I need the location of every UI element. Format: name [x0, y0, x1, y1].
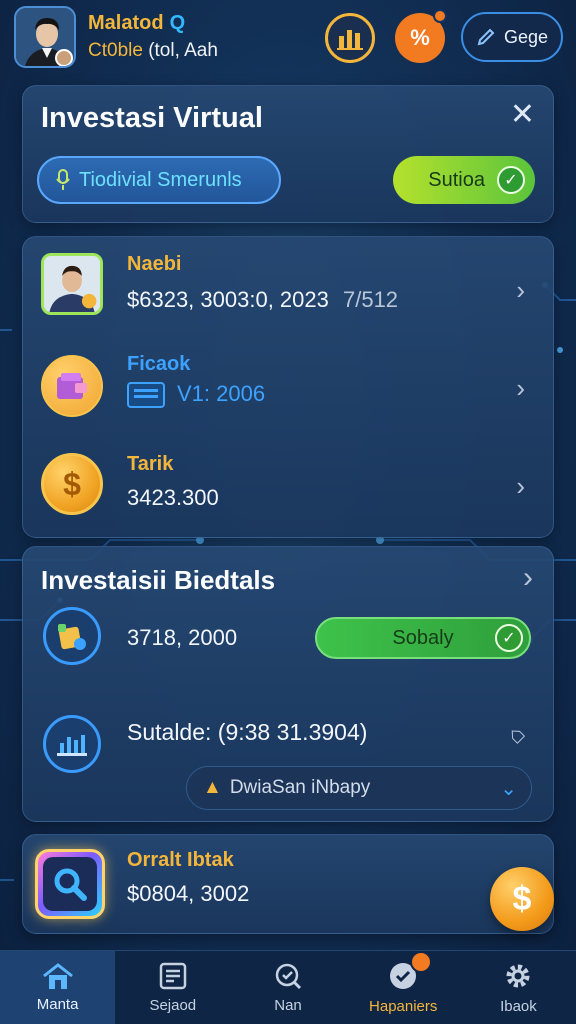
option-dropdown[interactable]: ▲ DwiaSan iNbapy ⌄ — [186, 766, 532, 810]
user-name: Malatod Q — [88, 12, 185, 35]
wallet-badge — [41, 355, 103, 417]
search-icon — [54, 868, 87, 901]
card-title: Investasi Virtual — [41, 102, 263, 134]
check-icon: ✓ — [495, 624, 523, 652]
nav-label: Manta — [36, 996, 79, 1013]
search-icon-frame — [43, 857, 97, 911]
profile-photo — [41, 253, 103, 315]
microphone-icon — [56, 169, 70, 190]
document-icon — [127, 382, 165, 409]
nav-item-settings[interactable]: Ibaok — [461, 951, 576, 1024]
app-header: Malatod Q Ct0ble (tol, Aah % Gege — [0, 0, 576, 78]
orralt-card: Orralt Ibtak $0804, 3002 — [22, 834, 554, 934]
virtual-investment-card: Investasi Virtual ✕ Tiodivial Smerunls S… — [22, 85, 554, 223]
status-pill[interactable]: Sobaly ✓ — [315, 617, 531, 659]
bottom-navigation: Manta Sejaod Nan Hapaniers Ibaok — [0, 950, 576, 1024]
list-icon — [159, 962, 187, 990]
tag-icon[interactable]: ⌂ — [501, 720, 531, 750]
close-icon[interactable]: ✕ — [510, 100, 535, 130]
search-button[interactable] — [35, 849, 105, 919]
portfolio-badge — [43, 607, 101, 665]
investment-amount: 3718, 2000 — [127, 625, 238, 650]
row-title: Tarik — [127, 453, 174, 475]
notification-badge — [409, 951, 432, 973]
discount-button[interactable]: % — [395, 9, 447, 63]
gear-icon — [506, 964, 530, 988]
edit-label: Gege — [503, 26, 549, 47]
user-sub-suffix: (tol, Aah — [148, 40, 218, 61]
user-subtitle: Ct0ble (tol, Aah — [88, 40, 218, 62]
pencil-icon — [477, 28, 495, 46]
dollar-fab-button[interactable]: $ — [490, 867, 554, 931]
nav-item-tasks[interactable]: Hapaniers — [346, 951, 461, 1024]
summary-list-card: Naebi $6323, 3003:0, 2023 7/512 › Ficaok… — [22, 236, 554, 538]
analytics-badge — [43, 715, 101, 773]
investment-details-card: Investaisii Biedtals › 3718, 2000 Sobaly… — [22, 546, 554, 822]
percent-icon: % — [410, 25, 430, 50]
row-title: Ficaok — [127, 353, 191, 375]
row-value-amount: $6323, 3003:0, 2023 — [127, 287, 329, 312]
chart-button[interactable] — [325, 13, 375, 63]
notification-dot — [433, 9, 447, 23]
nav-item-home[interactable]: Manta — [0, 951, 116, 1024]
row-value-extra: 7/512 — [342, 287, 399, 312]
list-item[interactable]: $ Tarik 3423.300 › — [23, 437, 555, 533]
list-item[interactable]: Naebi $6323, 3003:0, 2023 7/512 › — [23, 237, 555, 333]
nav-label: Nan — [274, 997, 302, 1014]
nav-item-search[interactable]: Nan — [230, 951, 345, 1024]
warning-icon: ▲ — [203, 777, 222, 798]
chevron-right-icon[interactable]: › — [523, 561, 533, 595]
edit-button[interactable]: Gege — [461, 12, 563, 62]
dollar-icon: $ — [512, 879, 532, 918]
bar-chart-icon — [337, 30, 363, 50]
row-value-text: V1: 2006 — [177, 381, 266, 406]
home-icon — [42, 963, 73, 989]
user-portrait-icon — [16, 8, 74, 66]
chevron-right-icon: › — [516, 471, 525, 501]
sutalde-text: Sutalde: (9:38 31.3904) — [127, 719, 368, 745]
chevron-right-icon: › — [516, 275, 525, 305]
check-icon: ✓ — [497, 166, 525, 194]
row-title: Naebi — [127, 253, 182, 275]
user-sub-prefix: Ct0ble — [88, 40, 143, 61]
list-item[interactable]: Ficaok V1: 2006 › — [23, 337, 555, 433]
coin-icon: $ — [41, 453, 103, 515]
bar-chart-icon — [57, 735, 87, 756]
nav-item-list[interactable]: Sejaod — [115, 951, 230, 1024]
card-title: Orralt Ibtak — [127, 849, 234, 871]
field-label: Tiodivial Smerunls — [79, 168, 242, 191]
status-toggle[interactable]: Sutioa ✓ — [393, 156, 535, 204]
card-title: Investaisii Biedtals — [41, 565, 276, 595]
chevron-down-icon: ⌄ — [500, 778, 517, 800]
status-label: Sutioa — [428, 168, 485, 191]
person-icon — [44, 256, 100, 312]
row-value: 3423.300 — [127, 485, 219, 510]
chevron-right-icon: › — [516, 373, 525, 403]
wallet-icon — [57, 373, 87, 399]
avatar[interactable] — [14, 6, 76, 68]
row-value: $6323, 3003:0, 2023 7/512 — [127, 287, 398, 313]
fund-field-button[interactable]: Tiodivial Smerunls — [37, 156, 281, 204]
verified-icon: Q — [169, 12, 186, 34]
user-name-text: Malatod — [88, 12, 164, 34]
row-value: V1: 2006 — [127, 381, 266, 409]
nav-label: Sejaod — [149, 997, 197, 1014]
status-label: Sobaly — [392, 626, 454, 649]
briefcase-icon — [58, 624, 86, 650]
card-value: $0804, 3002 — [127, 881, 250, 906]
search-icon — [275, 963, 302, 990]
nav-label: Ibaok — [500, 998, 537, 1015]
dropdown-label: DwiaSan iNbapy — [229, 777, 371, 798]
nav-label: Hapaniers — [369, 998, 438, 1015]
